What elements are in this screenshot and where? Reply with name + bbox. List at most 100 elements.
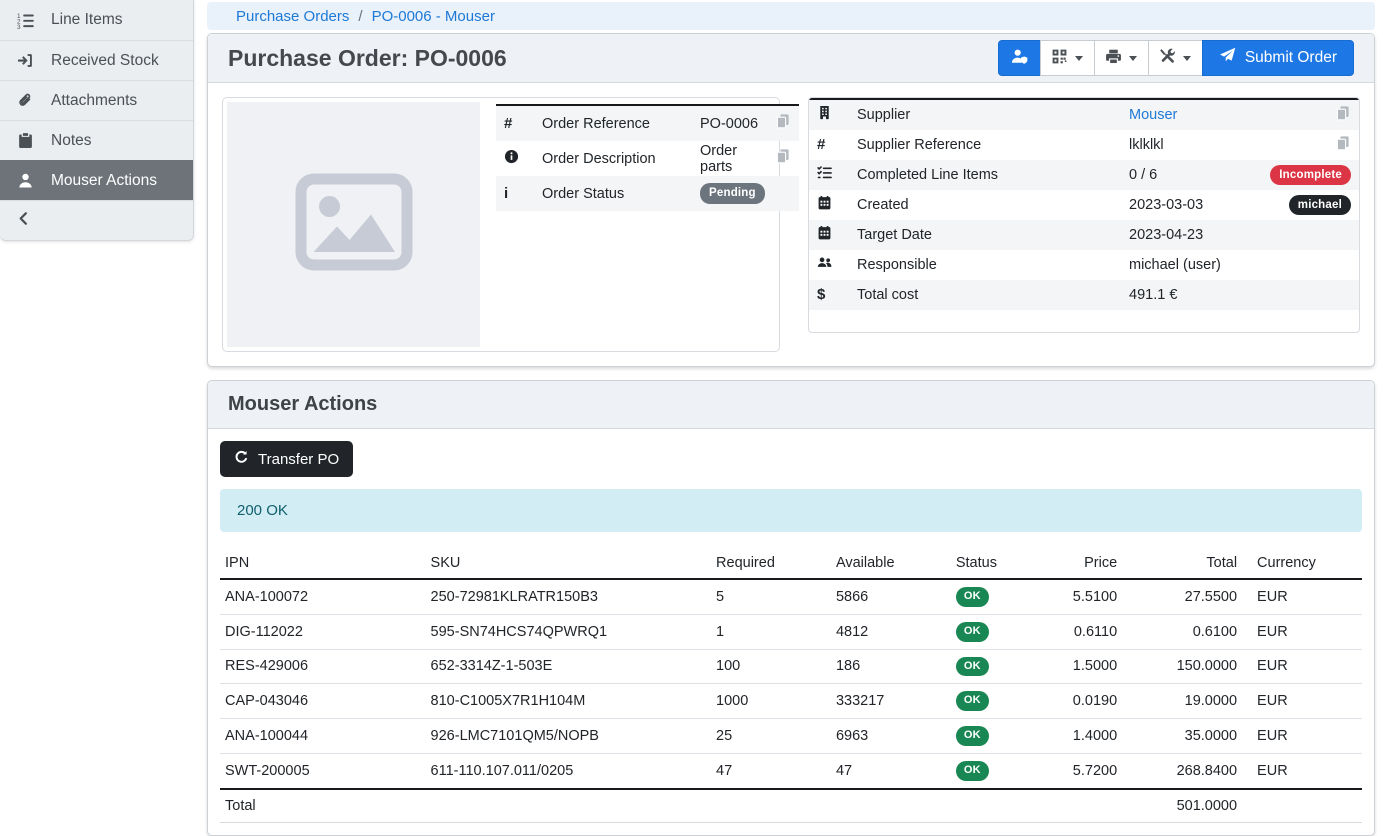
user-icon — [14, 172, 36, 190]
detail-value: 491.1 € — [1129, 287, 1351, 303]
cell-currency: EUR — [1242, 684, 1362, 719]
detail-value-link[interactable]: Mouser — [1129, 107, 1335, 123]
table-row: CAP-043046810-C1005X7R1H104M1000333217OK… — [220, 684, 1362, 719]
calendar-icon — [817, 195, 832, 215]
table-row: ANA-100044926-LMC7101QM5/NOPB256963OK1.4… — [220, 719, 1362, 754]
purchase-order-panel-body: #Order ReferencePO-0006Order Description… — [208, 83, 1374, 366]
cell-currency: EUR — [1242, 614, 1362, 649]
column-header-price: Price — [1037, 548, 1123, 579]
cell-currency: EUR — [1242, 753, 1362, 788]
status-badge: michael — [1289, 195, 1351, 215]
user-shield-button[interactable] — [998, 40, 1041, 76]
status-ok-badge: OK — [956, 726, 989, 746]
cell-total: 268.8400 — [1122, 753, 1242, 788]
hashtag-icon: # — [817, 136, 825, 154]
transfer-po-button[interactable]: Transfer PO — [220, 441, 353, 477]
po-toolbar: Submit Order — [998, 40, 1354, 76]
detail-row-total-cost: $Total cost491.1 € — [809, 280, 1359, 310]
table-row: DIG-112022595-SN74HCS74QPWRQ114812OK0.61… — [220, 614, 1362, 649]
cell-status: OK — [951, 719, 1037, 754]
user-shield-icon — [1011, 48, 1028, 69]
building-icon — [817, 105, 832, 125]
detail-label: Order Status — [542, 186, 700, 202]
copy-icon[interactable] — [775, 113, 791, 134]
copy-icon[interactable] — [1335, 105, 1351, 126]
copy-icon[interactable] — [1335, 135, 1351, 156]
supplier-details-table: SupplierMouser#Supplier Referencelklklkl… — [809, 98, 1359, 310]
sidebar-item-attachments[interactable]: Attachments — [0, 80, 193, 120]
cell-total: 19.0000 — [1122, 684, 1242, 719]
cell-currency: EUR — [1242, 719, 1362, 754]
cell-total: 35.0000 — [1122, 719, 1242, 754]
chevron-left-icon — [16, 211, 31, 231]
printer-button[interactable] — [1094, 40, 1149, 76]
table-row: ANA-100072250-72981KLRATR150B355866OK5.5… — [220, 579, 1362, 614]
status-ok-badge: OK — [956, 691, 989, 711]
sign-in-icon — [14, 52, 36, 70]
status-badge: Incomplete — [1270, 165, 1351, 185]
cell-sku: 611-110.107.011/0205 — [426, 753, 712, 788]
order-summary-card: #Order ReferencePO-0006Order Description… — [222, 97, 780, 352]
breadcrumb-link-po-0006-mouser[interactable]: PO-0006 - Mouser — [372, 8, 495, 25]
line-items-table-header: IPNSKURequiredAvailableStatusPriceTotalC… — [220, 548, 1362, 579]
cell-price: 1.4000 — [1037, 719, 1123, 754]
sidebar: 123Line ItemsReceived StockAttachments No… — [0, 0, 194, 241]
sidebar-item-received-stock[interactable]: Received Stock — [0, 40, 193, 80]
detail-label: Supplier Reference — [857, 137, 1129, 153]
submit-order-button[interactable]: Submit Order — [1202, 40, 1354, 76]
tools-icon — [1159, 48, 1176, 69]
part-image-placeholder[interactable] — [227, 102, 480, 347]
info-icon: i — [504, 185, 508, 203]
line-items-table-body: ANA-100072250-72981KLRATR150B355866OK5.5… — [220, 579, 1362, 789]
footer-total-value: 501.0000 — [1177, 798, 1237, 814]
detail-label: Target Date — [857, 227, 1129, 243]
list-ol-icon: 123 — [14, 11, 36, 29]
calendar-icon — [817, 225, 832, 245]
sidebar-item-line-items[interactable]: 123Line Items — [0, 0, 193, 40]
purchase-order-panel: Purchase Order: PO-0006 Submit Order #Or… — [207, 33, 1375, 367]
cell-ipn: ANA-100044 — [220, 719, 426, 754]
order-details-table: #Order ReferencePO-0006Order Description… — [496, 104, 799, 211]
detail-label: Created — [857, 197, 1129, 213]
cell-price: 5.5100 — [1037, 579, 1123, 614]
breadcrumb-separator: / — [358, 8, 362, 25]
status-ok-badge: OK — [956, 761, 989, 781]
breadcrumb-link-purchase-orders[interactable]: Purchase Orders — [236, 8, 349, 25]
detail-label: Order Reference — [542, 116, 700, 132]
mouser-actions-title: Mouser Actions — [228, 393, 377, 416]
sidebar-item-mouser-actions[interactable]: Mouser Actions — [0, 160, 193, 200]
svg-text:3: 3 — [17, 24, 21, 29]
cell-available: 333217 — [831, 684, 951, 719]
sidebar-collapse-button[interactable] — [0, 200, 193, 240]
detail-value: michael (user) — [1129, 257, 1351, 273]
status-ok-badge: OK — [956, 587, 989, 607]
cell-total: 27.5500 — [1122, 579, 1242, 614]
users-icon — [817, 255, 832, 275]
dollar-icon: $ — [817, 286, 825, 304]
cell-status: OK — [951, 684, 1037, 719]
qrcode-button[interactable] — [1040, 40, 1095, 76]
cell-sku: 926-LMC7101QM5/NOPB — [426, 719, 712, 754]
tools-button[interactable] — [1148, 40, 1203, 76]
detail-label: Order Description — [542, 151, 700, 167]
detail-label: Supplier — [857, 107, 1129, 123]
transfer-po-label: Transfer PO — [258, 451, 339, 468]
cell-total: 0.6100 — [1122, 614, 1242, 649]
cell-required: 5 — [711, 579, 831, 614]
hashtag-icon: # — [504, 115, 512, 133]
cell-ipn: DIG-112022 — [220, 614, 426, 649]
detail-label: Completed Line Items — [857, 167, 1129, 183]
cell-required: 1000 — [711, 684, 831, 719]
supplier-details-card: SupplierMouser#Supplier Referencelklklkl… — [808, 97, 1360, 333]
detail-row-target-date: Target Date2023-04-23 — [809, 220, 1359, 250]
cell-sku: 652-3314Z-1-503E — [426, 649, 712, 684]
sidebar-item-label: Notes — [51, 132, 92, 150]
detail-row-supplier: SupplierMouser — [809, 100, 1359, 130]
cell-status: OK — [951, 753, 1037, 788]
cell-ipn: ANA-100072 — [220, 579, 426, 614]
cell-available: 4812 — [831, 614, 951, 649]
sidebar-item-notes[interactable]: Notes — [0, 120, 193, 160]
detail-row-order-description: Order DescriptionOrder parts — [496, 141, 799, 176]
copy-icon[interactable] — [775, 148, 791, 169]
table-row: RES-429006652-3314Z-1-503E100186OK1.5000… — [220, 649, 1362, 684]
